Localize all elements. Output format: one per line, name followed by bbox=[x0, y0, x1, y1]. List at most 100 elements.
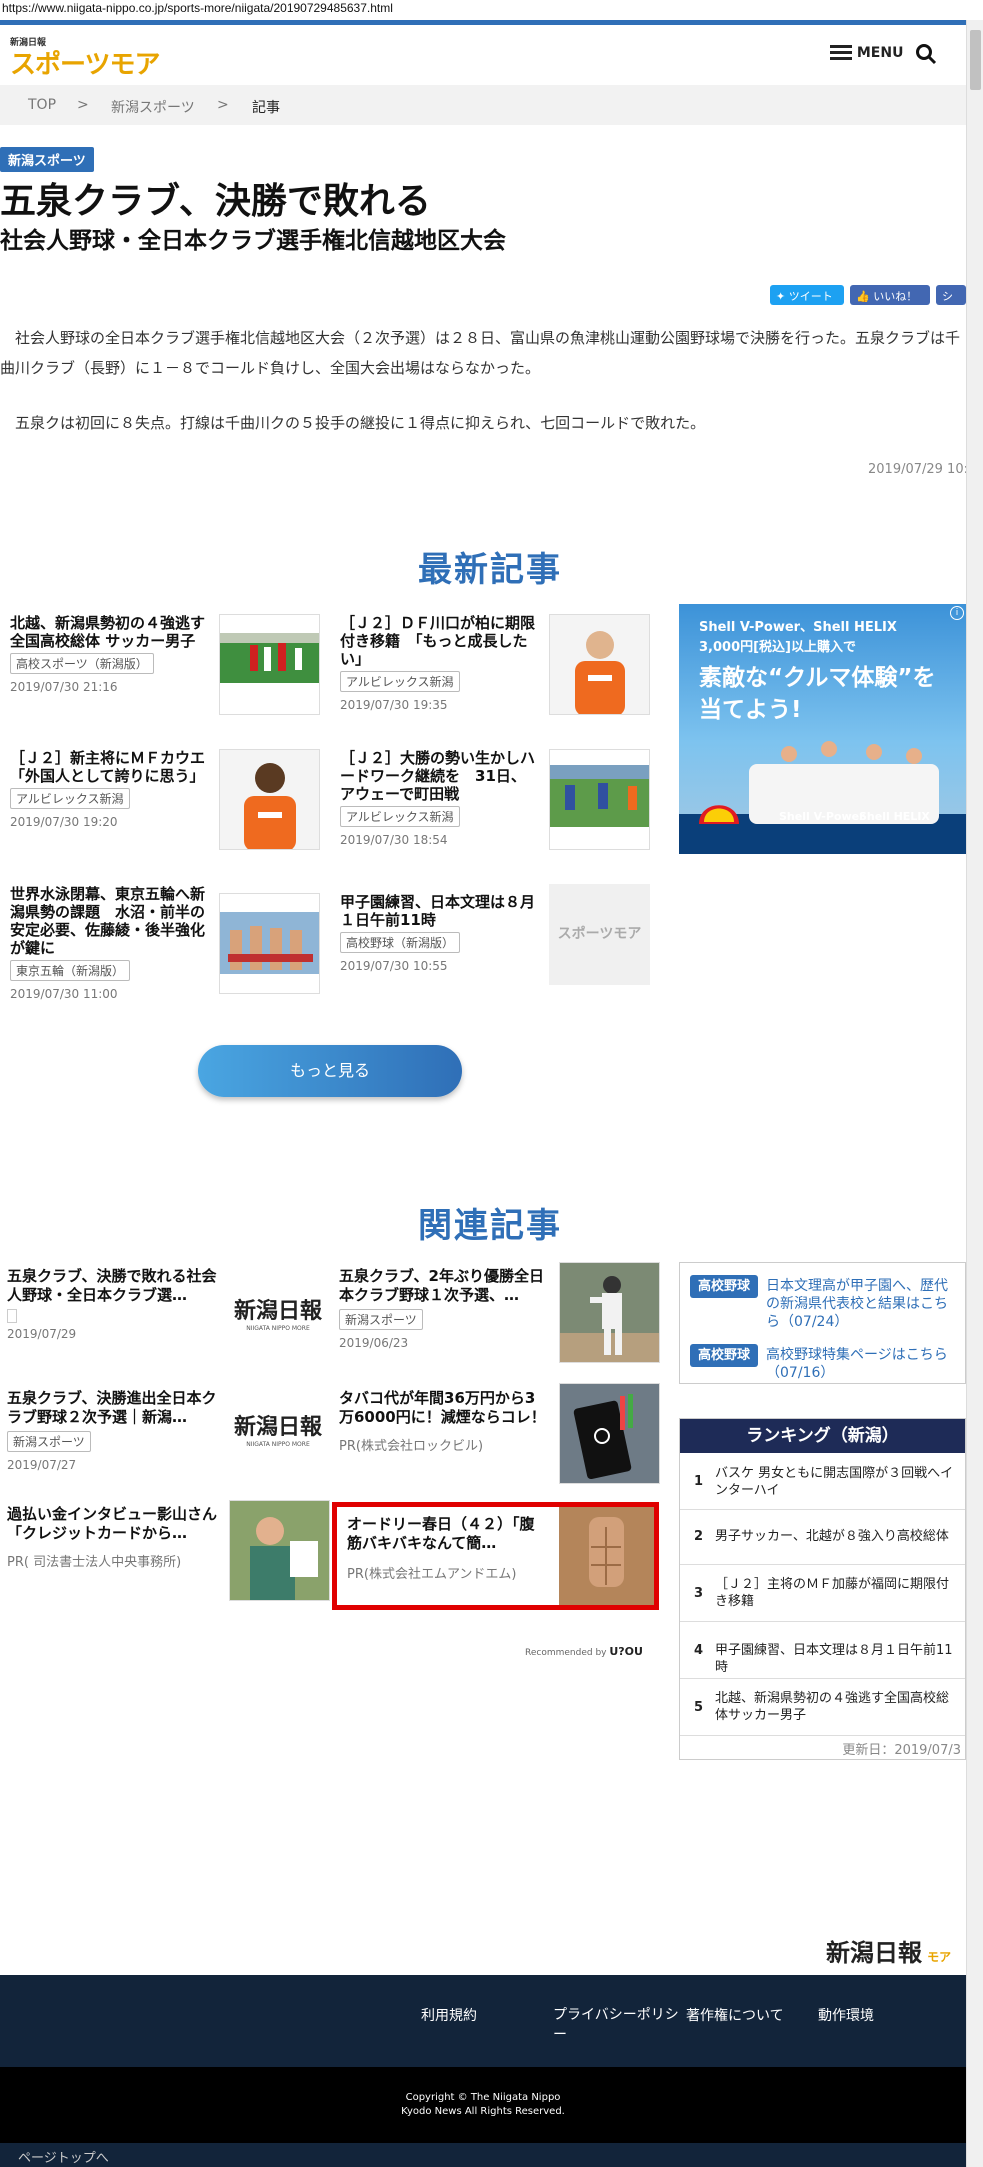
breadcrumb-top[interactable]: TOP bbox=[28, 97, 56, 113]
ranking-item[interactable]: 1 バスケ 男女ともに開志国際が３回戦へインターハイ bbox=[680, 1455, 965, 1510]
news-tag[interactable]: アルビレックス新潟 bbox=[340, 671, 460, 692]
related-date: 2019/06/23 bbox=[339, 1336, 409, 1350]
news-date: 2019/07/30 18:54 bbox=[340, 833, 448, 847]
latest-item[interactable]: ［Ｊ２］大勝の勢い生かしハードワーク継続を 31日、アウェーで町田戦 アルビレッ… bbox=[340, 749, 540, 847]
related-pr-item[interactable]: タバコ代が年間36万円から3万6000円に！減煙ならコレ！ PR(株式会社ロック… bbox=[339, 1389, 549, 1454]
site-logo[interactable]: 新潟日報 スポーツモア bbox=[10, 35, 160, 81]
related-tag[interactable]: 新潟スポーツ bbox=[7, 1431, 91, 1452]
news-tag[interactable]: 東京五輪（新潟版） bbox=[10, 960, 131, 981]
ad-line4: 当てよう! bbox=[699, 697, 802, 723]
tweet-button[interactable]: ✦ ツイート bbox=[770, 285, 844, 305]
related-item[interactable]: 五泉クラブ、決勝進出全日本クラブ野球２次予選｜新潟… 新潟スポーツ 2019/0… bbox=[7, 1389, 217, 1472]
ranking-item[interactable]: 3 ［Ｊ２］主将のＭＦ加藤が福岡に期限付き移籍 bbox=[680, 1565, 965, 1622]
scrollbar-thumb[interactable] bbox=[970, 30, 981, 90]
related-title: 過払い金インタビュー影山さん「クレジットカードから… bbox=[7, 1505, 218, 1542]
ranking-item[interactable]: 5 北越、新潟県勢初の４強逃す全国高校総体サッカー男子 bbox=[680, 1679, 965, 1736]
news-tag[interactable]: アルビレックス新潟 bbox=[340, 806, 460, 827]
empty-tag bbox=[7, 1309, 17, 1323]
scrollbar[interactable] bbox=[966, 20, 983, 2167]
tweet-label: ツイート bbox=[788, 290, 833, 303]
pitcher-photo bbox=[560, 1263, 659, 1362]
related-thumbnail[interactable] bbox=[559, 1262, 660, 1363]
ad-info-icon[interactable]: i bbox=[950, 606, 964, 620]
related-tag[interactable]: 新潟スポーツ bbox=[339, 1309, 423, 1330]
article-paragraph-2: 五泉クは初回に８失点。打線は千曲川クの５投手の継投に１得点に抑えられ、七回コール… bbox=[0, 414, 706, 432]
ad-brand1: Shell V-Power bbox=[779, 810, 865, 823]
nippo-logo-sub: NIIGATA NIPPO MORE bbox=[246, 1441, 310, 1448]
sidebar-link[interactable]: 高校野球特集ページはこちら（07/16） bbox=[766, 1346, 961, 1382]
related-date: 2019/07/29 bbox=[7, 1327, 77, 1341]
ranking-heading: ランキング（新潟） bbox=[680, 1419, 965, 1453]
footer-link-copyright[interactable]: 著作権について bbox=[686, 2005, 784, 2025]
ad-brand2: Shell HELIX bbox=[859, 810, 930, 823]
ranking-box: ランキング（新潟） 1 バスケ 男女ともに開志国際が３回戦へインターハイ 2 男… bbox=[679, 1418, 966, 1760]
related-thumbnail[interactable] bbox=[559, 1383, 660, 1484]
menu-label: MENU bbox=[856, 45, 904, 61]
recommended-label: Recommended by bbox=[525, 1648, 607, 1658]
news-thumbnail[interactable] bbox=[549, 749, 650, 850]
ranking-updated: 更新日：2019/07/3 bbox=[842, 1743, 961, 1758]
copyright-line-1: Copyright © The Niigata Nippo bbox=[405, 2092, 561, 2103]
ranking-item[interactable]: 4 甲子園練習、日本文理は８月１日午前11時 bbox=[680, 1622, 965, 1679]
article-paragraph-1: 社会人野球の全日本クラブ選手権北信越地区大会（２次予選）は２８日、富山県の魚津桃… bbox=[0, 329, 961, 377]
footer-logo-sub: モア bbox=[927, 1950, 952, 1964]
nippo-logo-thumbnail[interactable]: 新潟日報 NIIGATA NIPPO MORE bbox=[226, 1267, 330, 1367]
breadcrumb-category[interactable]: 新潟スポーツ bbox=[111, 97, 195, 117]
logo-main-text: スポーツモア bbox=[10, 50, 160, 80]
ranking-item[interactable]: 2 男子サッカー、北越が８強入り高校総体 bbox=[680, 1510, 965, 1565]
hamburger-icon bbox=[830, 45, 852, 61]
rank-number: 3 bbox=[694, 1586, 704, 1601]
related-heading: 関連記事 bbox=[418, 1206, 562, 1246]
training-photo bbox=[550, 750, 649, 849]
related-item[interactable]: 五泉クラブ、決勝で敗れる社会人野球・全日本クラブ選… 2019/07/29 bbox=[7, 1267, 217, 1341]
rank-text: バスケ 男女ともに開志国際が３回戦へインターハイ bbox=[715, 1466, 954, 1498]
news-thumbnail[interactable] bbox=[219, 749, 320, 850]
footer-link-terms[interactable]: 利用規約 bbox=[421, 2005, 477, 2025]
more-button[interactable]: もっと見る bbox=[198, 1045, 462, 1097]
news-thumbnail[interactable] bbox=[549, 614, 650, 715]
related-pr: PR( 司法書士法人中央事務所) bbox=[7, 1555, 182, 1570]
related-pr-highlighted[interactable]: オードリー春日（４２）「腹筋バキバキなんて簡… PR(株式会社エムアンドエム) bbox=[332, 1502, 659, 1610]
latest-item[interactable]: ［Ｊ２］ＤＦ川口が柏に期限付き移籍 「もっと成長したい」 アルビレックス新潟 2… bbox=[340, 614, 540, 712]
search-icon[interactable] bbox=[915, 43, 937, 69]
page-top-link[interactable]: ページトップへ bbox=[18, 2147, 109, 2166]
recommended-brand: U?OU bbox=[609, 1645, 643, 1658]
sidebar-link-tag[interactable]: 高校野球 bbox=[690, 1275, 759, 1298]
address-bar[interactable]: https://www.niigata-nippo.co.jp/sports-m… bbox=[0, 0, 983, 20]
sidebar-link[interactable]: 日本文理高が甲子園へ、歴代の新潟県代表校と結果はこちら（07/24） bbox=[766, 1277, 961, 1331]
footer-link-privacy[interactable]: プライバシーポリシー bbox=[553, 2005, 683, 2045]
rank-text: 男子サッカー、北越が８強入り高校総体 bbox=[715, 1529, 949, 1544]
shell-ad[interactable]: Shell V-Power、Shell HELIX 3,000円[税込]以上購入… bbox=[679, 604, 966, 854]
footer-link-environment[interactable]: 動作環境 bbox=[818, 2005, 874, 2025]
news-title: 世界水泳閉幕、東京五輪へ新潟県勢の課題 水沼・前半の安定必要、佐藤綾・後半強化が… bbox=[10, 885, 206, 957]
news-tag[interactable]: 高校スポーツ（新潟版） bbox=[10, 653, 154, 674]
news-thumbnail[interactable] bbox=[219, 614, 320, 715]
rank-text: ［Ｊ２］主将のＭＦ加藤が福岡に期限付き移籍 bbox=[715, 1577, 950, 1609]
ad-line3: 素敵な“クルマ体験”を bbox=[699, 665, 936, 691]
sidebar-link-tag[interactable]: 高校野球 bbox=[690, 1344, 759, 1367]
latest-item[interactable]: 世界水泳閉幕、東京五輪へ新潟県勢の課題 水沼・前半の安定必要、佐藤綾・後半強化が… bbox=[10, 885, 215, 1001]
article-category-badge[interactable]: 新潟スポーツ bbox=[0, 147, 94, 172]
latest-item[interactable]: 北越、新潟県勢初の４強逃す 全国高校総体 サッカー男子 高校スポーツ（新潟版） … bbox=[10, 614, 220, 694]
placeholder-thumbnail[interactable]: スポーツモア bbox=[549, 884, 650, 985]
news-tag[interactable]: アルビレックス新潟 bbox=[10, 788, 130, 809]
nippo-logo-thumbnail[interactable]: 新潟日報 NIIGATA NIPPO MORE bbox=[226, 1383, 330, 1483]
related-thumbnail[interactable] bbox=[229, 1500, 330, 1601]
latest-item[interactable]: 甲子園練習、日本文理は８月１日午前11時 高校野球（新潟版） 2019/07/3… bbox=[340, 893, 540, 973]
nippo-logo-sub: NIIGATA NIPPO MORE bbox=[246, 1325, 310, 1332]
rank-number: 4 bbox=[694, 1643, 704, 1658]
article-title: 五泉クラブ、決勝で敗れる bbox=[0, 181, 431, 222]
article-subtitle: 社会人野球・全日本クラブ選手権北信越地区大会 bbox=[0, 228, 506, 254]
player-photo bbox=[220, 750, 319, 849]
news-title: 甲子園練習、日本文理は８月１日午前11時 bbox=[340, 893, 536, 929]
menu-button[interactable]: MENU bbox=[830, 45, 903, 61]
latest-item[interactable]: ［Ｊ２］新主将にＭＦカウエ 「外国人として誇りに思う」 アルビレックス新潟 20… bbox=[10, 749, 220, 829]
news-thumbnail[interactable] bbox=[219, 893, 320, 994]
like-button[interactable]: 👍 いいね！ 0 bbox=[850, 285, 930, 317]
related-pr-item[interactable]: 過払い金インタビュー影山さん「クレジットカードから… PR( 司法書士法人中央事… bbox=[7, 1505, 225, 1570]
footer-copyright: Copyright © The Niigata Nippo Kyodo News… bbox=[0, 2067, 966, 2143]
share-button[interactable]: シェ bbox=[936, 285, 966, 319]
footer-logo[interactable]: 新潟日報 モア bbox=[826, 1933, 951, 1968]
related-item[interactable]: 五泉クラブ、2年ぶり優勝全日本クラブ野球１次予選、… 新潟スポーツ 2019/0… bbox=[339, 1267, 549, 1350]
news-tag[interactable]: 高校野球（新潟版） bbox=[340, 932, 461, 953]
